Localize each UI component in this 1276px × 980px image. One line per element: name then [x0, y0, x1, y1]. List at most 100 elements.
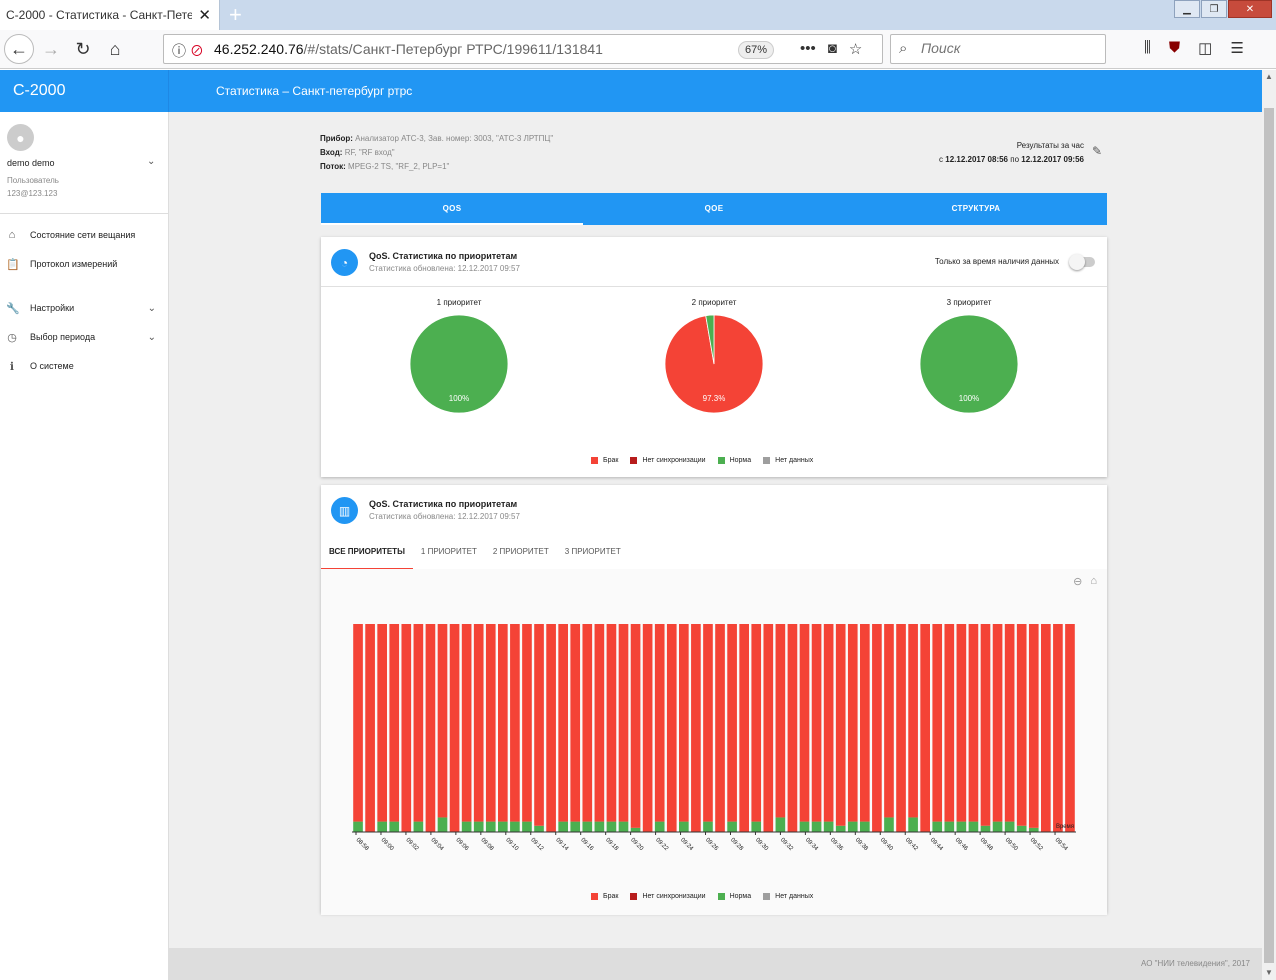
bar-segment-brak[interactable]: [389, 624, 400, 822]
bar-segment-norma[interactable]: [510, 821, 520, 832]
bar-segment-norma[interactable]: [630, 827, 641, 832]
legend-item-nodata[interactable]: Нет данных: [763, 893, 813, 900]
forward-icon[interactable]: →: [40, 38, 62, 60]
scroll-up-icon[interactable]: ▲: [1262, 70, 1276, 84]
subtab-all[interactable]: ВСЕ ПРИОРИТЕТЫ: [321, 545, 413, 569]
bar-segment-brak[interactable]: [1028, 624, 1039, 828]
bar-segment-norma[interactable]: [980, 825, 991, 832]
home-browser-icon[interactable]: ⌂: [104, 38, 126, 60]
scroll-down-icon[interactable]: ▼: [1262, 966, 1276, 980]
bar-segment-brak[interactable]: [522, 624, 532, 822]
bar-segment-norma[interactable]: [522, 821, 532, 832]
bar-segment-norma[interactable]: [654, 821, 665, 832]
bar-segment-brak[interactable]: [823, 624, 834, 822]
new-tab-icon[interactable]: +: [229, 2, 242, 28]
back-icon[interactable]: ←: [4, 34, 34, 64]
bar-segment-brak[interactable]: [630, 624, 641, 828]
bar-segment-norma[interactable]: [389, 821, 400, 832]
legend-item-nodata[interactable]: Нет данных: [763, 457, 813, 464]
bar-segment-brak[interactable]: [811, 624, 822, 822]
bar-segment-brak[interactable]: [666, 624, 677, 832]
chevron-down-icon[interactable]: ⌄: [147, 156, 155, 167]
scroll-thumb[interactable]: [1264, 108, 1274, 963]
bar-segment-norma[interactable]: [413, 821, 424, 832]
browser-search-input[interactable]: [921, 40, 1091, 56]
bar-segment-norma[interactable]: [811, 821, 822, 832]
legend-item-nosync[interactable]: Нет синхронизации: [630, 457, 706, 464]
bookmark-star-icon[interactable]: ☆: [849, 40, 862, 58]
bar-segment-brak[interactable]: [691, 624, 701, 832]
bar-segment-brak[interactable]: [1041, 624, 1051, 832]
bar-segment-brak[interactable]: [558, 624, 568, 822]
bar-segment-norma[interactable]: [534, 825, 544, 832]
bar-segment-brak[interactable]: [835, 624, 846, 826]
library-icon[interactable]: ⫼: [1144, 39, 1151, 57]
user-name[interactable]: demo demo: [7, 158, 55, 168]
bar-segment-brak[interactable]: [980, 624, 991, 826]
sidebar-item-network-state[interactable]: ⌂ Состояние сети вещания: [0, 224, 168, 246]
reset-zoom-home-icon[interactable]: ⌂: [1090, 575, 1097, 588]
bar-segment-brak[interactable]: [715, 624, 725, 832]
bar-segment-norma[interactable]: [944, 821, 955, 832]
close-tab-icon[interactable]: ✕: [198, 6, 211, 24]
sidebar-item-settings[interactable]: 🔧 Настройки ⌄: [0, 297, 168, 319]
bar-segment-norma[interactable]: [860, 821, 870, 832]
bar-segment-norma[interactable]: [1016, 825, 1027, 832]
tab-structure[interactable]: СТРУКТУРА: [845, 193, 1107, 225]
bar-segment-brak[interactable]: [485, 624, 496, 822]
bar-segment-brak[interactable]: [437, 624, 448, 818]
bar-segment-norma[interactable]: [377, 821, 387, 832]
legend-item-brak[interactable]: Брак: [591, 457, 618, 464]
bar-segment-brak[interactable]: [872, 624, 882, 832]
data-only-toggle[interactable]: [1069, 254, 1095, 270]
subtab-priority-3[interactable]: 3 ПРИОРИТЕТ: [557, 545, 629, 569]
bar-segment-brak[interactable]: [377, 624, 387, 822]
sidebar-item-about[interactable]: ℹ О системе: [0, 355, 168, 377]
bar-segment-norma[interactable]: [835, 825, 846, 832]
bar-segment-brak[interactable]: [546, 624, 556, 832]
bar-segment-brak[interactable]: [703, 624, 713, 822]
bar-segment-brak[interactable]: [956, 624, 967, 822]
bar-segment-brak[interactable]: [353, 624, 363, 822]
bar-segment-norma[interactable]: [823, 821, 834, 832]
sidebar-toggle-icon[interactable]: ◫: [1198, 39, 1212, 57]
bar-segment-norma[interactable]: [1004, 821, 1015, 832]
bar-segment-norma[interactable]: [968, 821, 979, 832]
bar-segment-brak[interactable]: [413, 624, 424, 822]
site-info-icon[interactable]: ⓘ ⊘: [172, 41, 204, 61]
bar-segment-norma[interactable]: [473, 821, 484, 832]
bar-segment-norma[interactable]: [1028, 827, 1039, 832]
browser-search-box[interactable]: ⌕: [890, 34, 1106, 64]
bar-segment-brak[interactable]: [992, 624, 1003, 822]
bar-segment-norma[interactable]: [570, 821, 581, 832]
subtab-priority-1[interactable]: 1 ПРИОРИТЕТ: [413, 545, 485, 569]
bar-segment-brak[interactable]: [932, 624, 943, 822]
page-scrollbar[interactable]: ▲ ▼: [1262, 70, 1276, 980]
bar-segment-brak[interactable]: [847, 624, 858, 822]
bar-segment-norma[interactable]: [847, 821, 858, 832]
hamburger-menu-icon[interactable]: ☰: [1230, 39, 1243, 57]
bar-segment-norma[interactable]: [956, 821, 967, 832]
bar-segment-norma[interactable]: [353, 821, 363, 832]
bar-segment-brak[interactable]: [449, 624, 460, 832]
bar-segment-brak[interactable]: [727, 624, 737, 822]
bar-segment-brak[interactable]: [510, 624, 520, 822]
bar-segment-norma[interactable]: [582, 821, 593, 832]
bar-segment-brak[interactable]: [751, 624, 762, 822]
bar-segment-brak[interactable]: [618, 624, 629, 822]
bar-segment-norma[interactable]: [485, 821, 496, 832]
legend-item-norma[interactable]: Норма: [717, 457, 751, 464]
sidebar-item-protocol[interactable]: 📋 Протокол измерений: [0, 253, 168, 275]
browser-tab[interactable]: C-2000 - Статистика - Санкт-Петер ✕: [0, 0, 220, 30]
bar-segment-brak[interactable]: [799, 624, 810, 822]
bar-segment-brak[interactable]: [425, 624, 436, 832]
bar-segment-norma[interactable]: [727, 821, 737, 832]
bar-segment-brak[interactable]: [1065, 624, 1075, 832]
legend-item-norma[interactable]: Норма: [717, 893, 751, 900]
bar-segment-norma[interactable]: [606, 821, 617, 832]
bar-segment-brak[interactable]: [968, 624, 979, 822]
bar-segment-brak[interactable]: [739, 624, 749, 832]
bar-segment-brak[interactable]: [896, 624, 906, 832]
bar-segment-norma[interactable]: [558, 821, 568, 832]
reload-icon[interactable]: ↻: [72, 38, 94, 60]
